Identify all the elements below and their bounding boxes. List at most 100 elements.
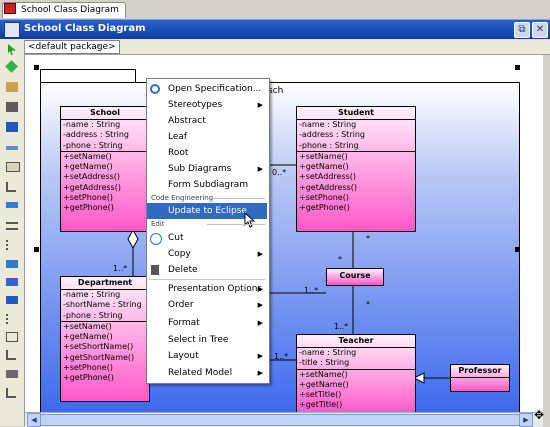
class-teacher[interactable]: Teacher -name : String -title : String +… (296, 334, 416, 414)
multiplicity-label: 1..* (334, 322, 349, 331)
class-student[interactable]: Student -name : String -address : String… (296, 106, 416, 232)
pan-icon[interactable]: ✥ (532, 408, 546, 422)
attributes-compartment: -name : String -shortName : String -phon… (61, 290, 149, 322)
submenu-arrow-icon: ▶ (257, 319, 263, 327)
attribute: -address : String (63, 130, 129, 140)
class-professor[interactable]: Professor (450, 364, 510, 392)
attribute: -phone : String (63, 310, 123, 320)
class-name: Course (339, 271, 371, 280)
operation: +getName() (299, 379, 349, 389)
attribute: -name : String (299, 348, 357, 357)
menu-item-cut[interactable]: Cut (147, 230, 267, 246)
operation: +getAddress() (299, 182, 357, 192)
submenu-arrow-icon: ▶ (257, 285, 263, 293)
class-school[interactable]: School -name : String -address : String … (60, 106, 150, 232)
scroll-right-button[interactable]: ▶ (519, 413, 533, 427)
operation: +setPhone() (299, 193, 349, 203)
multiplicity-label: 1..* (274, 352, 289, 361)
menu-item-stereotypes[interactable]: Stereotypes ▶ (147, 97, 267, 113)
menu-item-presentation-options[interactable]: Presentation Options ▶ (147, 281, 267, 297)
submenu-arrow-icon: ▶ (257, 301, 263, 309)
scroll-left-button[interactable]: ◀ (27, 413, 41, 427)
menu-section-label: Code Engineering (151, 194, 214, 202)
aggregation-diamond (127, 228, 139, 250)
submenu-arrow-icon: ▶ (257, 369, 263, 377)
menu-item-leaf[interactable]: Leaf (147, 129, 267, 145)
menu-item-label: Copy (168, 249, 191, 259)
operation: +setAddress() (63, 172, 121, 182)
menu-section-label: Edit (151, 220, 165, 228)
multiplicity-label: 0..* (272, 168, 287, 177)
menu-item-label: Sub Diagrams (168, 164, 232, 174)
menu-item-order[interactable]: Order ▶ (147, 297, 267, 313)
menu-item-label: Leaf (168, 132, 188, 142)
attribute: -phone : String (299, 140, 359, 150)
attribute: -title : String (299, 358, 350, 368)
operation: +getPhone() (63, 373, 114, 383)
operation: +getName() (299, 162, 349, 172)
menu-item-label: Format (168, 318, 200, 328)
class-name: Department (61, 277, 149, 290)
menu-item-layout[interactable]: Layout ▶ (147, 348, 267, 364)
operation: +setTitle() (299, 390, 342, 400)
class-name: Teacher (297, 335, 415, 348)
attribute: -name : String (299, 120, 357, 129)
attribute: -name : String (63, 120, 121, 129)
operations-compartment: +setName() +getName() +setAddress() +get… (61, 152, 149, 214)
operation: +setShortName() (63, 342, 134, 352)
attribute: -phone : String (63, 140, 123, 150)
menu-item-label: Form Subdiagram (168, 180, 249, 190)
multiplicity-label: * (338, 255, 342, 264)
menu-item-related-model[interactable]: Related Model ▶ (147, 365, 267, 381)
scissors-icon (150, 233, 162, 245)
menu-item-root[interactable]: Root (147, 145, 267, 161)
submenu-arrow-icon: ▶ (257, 250, 263, 258)
attribute: -address : String (299, 130, 365, 140)
attribute: -shortName : String (63, 300, 142, 310)
menu-item-format[interactable]: Format ▶ (147, 315, 267, 331)
operation: +getAddress() (63, 182, 121, 192)
attribute: -name : String (63, 290, 121, 299)
attributes-compartment: -name : String -address : String -phone … (61, 120, 149, 152)
menu-item-label: Root (168, 148, 189, 158)
operation: +setPhone() (63, 193, 113, 203)
operations-compartment: +setName() +getName() +setShortName() +g… (61, 322, 149, 384)
menu-section-code-engineering: Code Engineering (147, 194, 267, 203)
submenu-arrow-icon: ▶ (257, 101, 263, 109)
menu-item-form-subdiagram[interactable]: Form Subdiagram (147, 177, 267, 193)
multiplicity-label: 1..* (113, 264, 128, 273)
menu-item-open-specification[interactable]: Open Specification... (147, 81, 267, 97)
scrollbar-thumb[interactable] (40, 414, 520, 426)
menu-item-delete[interactable]: Delete (147, 262, 267, 278)
multiplicity-label: 1..* (304, 286, 319, 295)
attributes-compartment: -name : String -title : String (297, 348, 415, 370)
menu-item-label: Update to Eclipse (168, 206, 247, 216)
class-department[interactable]: Department -name : String -shortName : S… (60, 276, 150, 402)
menu-item-label: Select in Tree (168, 335, 229, 345)
menu-item-label: Presentation Options (168, 284, 263, 294)
submenu-arrow-icon: ▶ (257, 352, 263, 360)
operation: +getShortName() (63, 352, 135, 362)
operation: +setName() (299, 369, 348, 379)
menu-item-copy[interactable]: Copy ▶ (147, 246, 267, 262)
menu-item-label: Open Specification... (168, 84, 262, 94)
class-course[interactable]: Course (326, 268, 384, 286)
operation: +getName() (63, 332, 113, 342)
attributes-compartment: -name : String -address : String -phone … (297, 120, 415, 152)
menu-item-select-in-tree[interactable]: Select in Tree (147, 332, 267, 348)
menu-item-abstract[interactable]: Abstract (147, 113, 267, 129)
operation: +getTitle() (299, 400, 343, 410)
multiplicity-label: * (366, 234, 370, 243)
operation: +getPhone() (63, 203, 114, 213)
menu-section-edit: Edit (147, 220, 267, 229)
operation: +getName() (63, 162, 113, 172)
menu-item-sub-diagrams[interactable]: Sub Diagrams ▶ (147, 161, 267, 177)
class-name: Student (297, 107, 415, 120)
class-name: Professor (451, 365, 509, 378)
operation: +setAddress() (299, 172, 357, 182)
menu-item-label: Delete (168, 265, 198, 275)
operation: +setPhone() (63, 363, 113, 373)
menu-item-label: Order (168, 300, 194, 310)
multiplicity-label: * (366, 300, 370, 309)
class-name: School (61, 107, 149, 120)
